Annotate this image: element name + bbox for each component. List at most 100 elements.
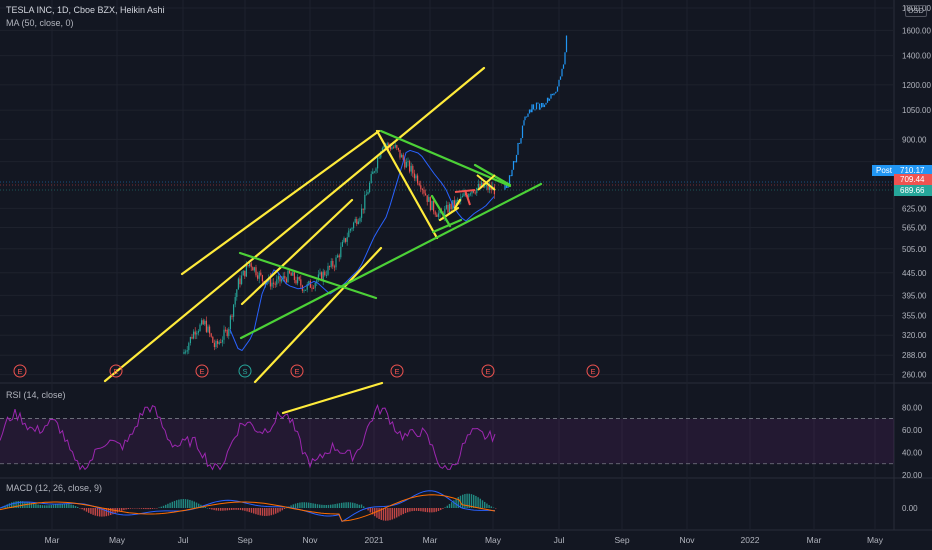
macd-histogram-bar [28, 502, 30, 508]
chart-title[interactable]: TESLA INC, 1D, Cboe BZX, Heikin Ashi [6, 5, 165, 15]
heikin-ashi-body [217, 340, 219, 344]
macd-histogram-bar [402, 508, 404, 515]
heikin-ashi-body [378, 157, 380, 159]
macd-legend[interactable]: MACD (12, 26, close, 9) [6, 483, 102, 493]
heikin-ashi-body [233, 304, 235, 317]
projection-candle [565, 35, 568, 53]
macd-histogram-bar [316, 504, 319, 508]
price-tick-label: 1050.00 [902, 106, 931, 115]
macd-histogram-bar [488, 505, 490, 508]
heikin-ashi-body [225, 329, 227, 331]
heikin-ashi-body [197, 331, 199, 333]
heikin-ashi-body [277, 276, 279, 280]
projection-candle [517, 142, 519, 155]
macd-histogram-bar [246, 508, 248, 512]
price-badge-value: 709.44 [900, 175, 925, 184]
heikin-ashi-body [425, 193, 427, 196]
heikin-ashi-body [253, 267, 255, 271]
macd-histogram-bar [369, 508, 371, 513]
macd-histogram-bar [149, 508, 151, 510]
macd-histogram-bar [435, 508, 437, 512]
heikin-ashi-body [260, 272, 262, 276]
heikin-ashi-body [327, 266, 329, 275]
macd-histogram-bar [250, 508, 253, 513]
currency-label[interactable]: USD [905, 5, 927, 17]
macd-histogram-bar [41, 505, 44, 508]
heikin-ashi-body [409, 161, 411, 172]
heikin-ashi-body [410, 165, 412, 172]
ma-legend[interactable]: MA (50, close, 0) [6, 18, 74, 28]
heikin-ashi-body [314, 282, 316, 288]
heikin-ashi-body [213, 342, 215, 348]
heikin-ashi-body [234, 297, 236, 305]
macd-histogram-bar [264, 508, 266, 516]
macd-histogram-bar [33, 503, 35, 508]
time-tick-label: Nov [679, 535, 695, 545]
macd-histogram-bar [490, 506, 492, 508]
macd-histogram-bar [385, 508, 387, 521]
projection-candle [525, 116, 528, 118]
heikin-ashi-body [351, 228, 353, 230]
macd-histogram-bar [79, 508, 81, 509]
heikin-ashi-body [453, 200, 455, 207]
macd-histogram-bar [206, 507, 209, 509]
macd-histogram-bar [182, 499, 184, 508]
macd-histogram-bar [92, 508, 94, 515]
heikin-ashi-body [471, 191, 473, 194]
heikin-ashi-body [353, 222, 355, 229]
macd-histogram-bar [116, 508, 118, 513]
macd-histogram-bar [376, 508, 378, 518]
projection-candle [514, 161, 516, 163]
heikin-ashi-body [369, 182, 371, 192]
macd-histogram-bar [50, 504, 52, 508]
heikin-ashi-body [413, 173, 415, 179]
projection-candle [532, 104, 535, 110]
price-tick-label: 625.00 [902, 204, 927, 213]
macd-histogram-bar [162, 505, 165, 508]
projection-candle [545, 102, 547, 105]
heikin-ashi-body [433, 200, 435, 212]
heikin-ashi-body [311, 287, 313, 289]
heikin-ashi-body [332, 260, 334, 267]
price-tick-label: 900.00 [902, 135, 927, 144]
macd-histogram-bar [189, 499, 191, 508]
macd-histogram-bar [330, 504, 332, 508]
macd-histogram-bar [57, 504, 59, 508]
macd-histogram-bar [35, 504, 37, 508]
event-marker-letter: E [590, 367, 595, 376]
heikin-ashi-body [223, 329, 225, 340]
macd-histogram-bar [279, 508, 281, 512]
macd-histogram-bar [275, 508, 277, 514]
chart-canvas[interactable]: 1800.001600.001400.001200.001050.00900.0… [0, 0, 932, 550]
macd-histogram-bar [272, 508, 275, 515]
heikin-ashi-body [474, 192, 476, 194]
heikin-ashi-body [298, 277, 300, 280]
heikin-ashi-body [393, 147, 395, 149]
heikin-ashi-body [468, 193, 470, 197]
heikin-ashi-body [356, 219, 358, 225]
macd-histogram-bar [143, 508, 145, 509]
projection-candle [535, 102, 538, 110]
heikin-ashi-body [237, 278, 239, 290]
time-tick-label: Sep [237, 535, 252, 545]
price-tick-label: 288.00 [902, 351, 927, 360]
heikin-ashi-body [273, 282, 275, 284]
macd-histogram-bar [136, 508, 138, 509]
heikin-ashi-body [461, 196, 463, 198]
time-tick-label: Mar [45, 535, 60, 545]
macd-histogram-bar [453, 500, 455, 508]
heikin-ashi-body [340, 246, 342, 258]
macd-histogram-bar [176, 500, 178, 508]
macd-histogram-bar [409, 508, 411, 512]
heikin-ashi-body [183, 351, 185, 354]
heikin-ashi-body [370, 174, 372, 183]
rsi-legend[interactable]: RSI (14, close) [6, 390, 66, 400]
macd-histogram-bar [83, 508, 85, 511]
macd-histogram-bar [429, 508, 431, 513]
macd-histogram-bar [268, 508, 270, 516]
macd-histogram-bar [184, 499, 187, 508]
heikin-ashi-body [231, 315, 233, 317]
macd-histogram-bar [244, 508, 246, 511]
macd-histogram-bar [127, 508, 129, 510]
macd-histogram-bar [154, 508, 156, 509]
